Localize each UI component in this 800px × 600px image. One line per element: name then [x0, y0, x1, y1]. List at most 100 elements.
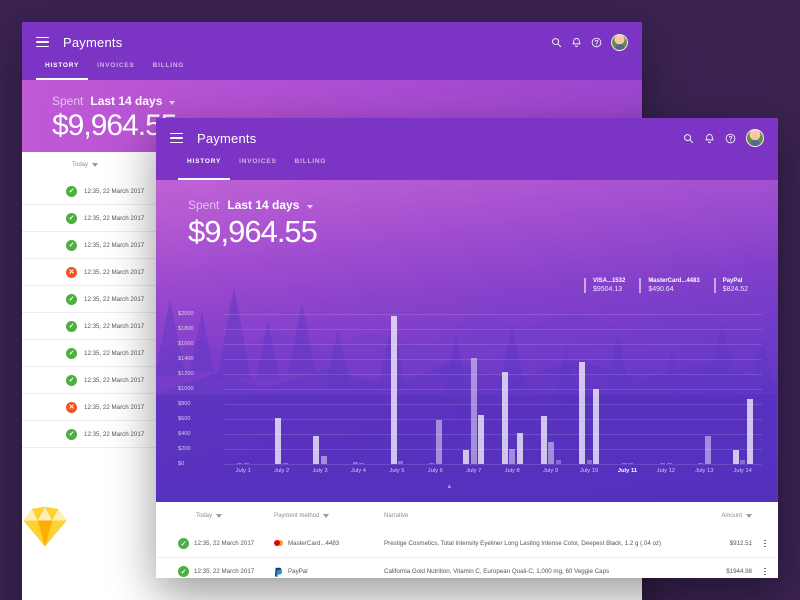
bar-group[interactable] — [378, 314, 416, 464]
bar[interactable] — [548, 442, 555, 464]
column-header-narrative[interactable]: Narrative — [384, 513, 692, 519]
chevron-down-icon[interactable] — [169, 101, 176, 105]
menu-icon[interactable] — [36, 36, 49, 48]
front-topbar-icons — [678, 129, 764, 147]
bell-icon[interactable] — [699, 133, 720, 144]
bar[interactable] — [282, 462, 288, 464]
bar-group[interactable] — [493, 314, 531, 464]
menu-icon[interactable] — [170, 132, 183, 144]
bar-group[interactable] — [262, 314, 300, 464]
bar-group[interactable] — [531, 314, 569, 464]
bar[interactable] — [732, 450, 739, 464]
bar[interactable] — [540, 416, 547, 464]
tab-history[interactable]: HISTORY — [178, 158, 231, 180]
bar[interactable] — [740, 459, 746, 464]
bell-icon[interactable] — [566, 37, 586, 48]
bar-group[interactable] — [608, 314, 646, 464]
search-icon[interactable] — [546, 37, 566, 48]
row-actions-button[interactable] — [752, 539, 778, 548]
tab-billing[interactable]: BILLING — [286, 158, 336, 180]
bar-group[interactable] — [301, 314, 339, 464]
bar[interactable] — [509, 449, 516, 464]
column-header-amount[interactable]: Amount — [692, 513, 752, 519]
x-axis-tick[interactable]: July 9 — [531, 468, 569, 474]
bar[interactable] — [275, 417, 282, 464]
column-header-date[interactable]: Today — [72, 162, 99, 168]
foreground-payments-window[interactable]: Payments HISTORY INVOICES BILLING Spent … — [156, 118, 778, 578]
tab-billing[interactable]: BILLING — [144, 62, 194, 80]
bar[interactable] — [359, 462, 365, 464]
bar[interactable] — [237, 462, 243, 464]
bar[interactable] — [501, 371, 508, 464]
kebab-icon[interactable] — [764, 567, 766, 576]
bar[interactable] — [698, 462, 704, 464]
bar[interactable] — [435, 419, 442, 464]
bar[interactable] — [516, 433, 523, 464]
kebab-icon[interactable] — [764, 539, 766, 548]
x-axis-tick[interactable]: July 6 — [416, 468, 454, 474]
chevron-down-icon[interactable] — [92, 163, 99, 167]
search-icon[interactable] — [678, 133, 699, 144]
card-stat-amount: $9504.13 — [592, 286, 623, 293]
row-actions-button[interactable] — [752, 567, 778, 576]
bar[interactable] — [320, 456, 327, 464]
avatar[interactable] — [611, 33, 628, 51]
bar-group[interactable] — [570, 314, 608, 464]
x-axis-tick[interactable]: July 4 — [339, 468, 377, 474]
bar[interactable] — [429, 462, 435, 464]
x-axis-tick[interactable]: July 5 — [378, 468, 416, 474]
x-axis-tick[interactable]: July 14 — [723, 468, 761, 474]
x-axis-tick[interactable]: July 2 — [262, 468, 300, 474]
bar[interactable] — [666, 462, 672, 464]
chevron-down-icon[interactable] — [307, 205, 314, 209]
x-axis-tick[interactable]: July 10 — [570, 468, 608, 474]
bar[interactable] — [593, 389, 599, 464]
table-row[interactable]: ✓ 12:35, 22 March 2017 PayPal California Go… — [156, 558, 778, 578]
bar[interactable] — [470, 357, 477, 464]
column-header-date[interactable]: Today — [156, 513, 274, 519]
bar[interactable] — [586, 460, 592, 464]
tab-invoices[interactable]: INVOICES — [88, 62, 143, 80]
bar-group[interactable] — [416, 314, 454, 464]
bar-group[interactable] — [339, 314, 377, 464]
bar[interactable] — [579, 362, 585, 464]
bar[interactable] — [555, 460, 561, 464]
bar[interactable] — [746, 398, 753, 464]
x-axis-tick[interactable]: July 12 — [647, 468, 685, 474]
help-icon[interactable] — [720, 133, 741, 144]
chevron-down-icon[interactable] — [216, 514, 223, 518]
bar[interactable] — [628, 462, 634, 464]
bar-group[interactable] — [723, 314, 761, 464]
x-axis-tick[interactable]: July 13 — [685, 468, 723, 474]
bar[interactable] — [313, 436, 320, 464]
x-axis-tick[interactable]: July 3 — [301, 468, 339, 474]
bar[interactable] — [390, 315, 397, 464]
range-selector-label[interactable]: Last 14 days — [90, 94, 162, 108]
bar[interactable] — [621, 462, 627, 464]
x-axis-tick[interactable]: July 11 — [608, 468, 646, 474]
column-header-payment-method[interactable]: Payment method — [274, 513, 384, 519]
bar[interactable] — [704, 436, 711, 464]
avatar[interactable] — [746, 129, 764, 147]
x-axis-tick[interactable]: July 8 — [493, 468, 531, 474]
bar[interactable] — [660, 462, 666, 464]
bar-group[interactable] — [455, 314, 493, 464]
collapse-chart-icon[interactable]: ▴ — [448, 482, 452, 490]
help-icon[interactable] — [586, 37, 606, 48]
chevron-down-icon[interactable] — [746, 514, 752, 518]
bar-group[interactable] — [224, 314, 262, 464]
tab-history[interactable]: HISTORY — [36, 62, 89, 80]
bar[interactable] — [243, 462, 249, 464]
bar[interactable] — [398, 460, 404, 464]
chevron-down-icon[interactable] — [323, 514, 330, 518]
bar[interactable] — [478, 414, 485, 464]
tab-invoices[interactable]: INVOICES — [230, 158, 285, 180]
bar-group[interactable] — [647, 314, 685, 464]
bar[interactable] — [463, 449, 470, 464]
x-axis-tick[interactable]: July 7 — [455, 468, 493, 474]
bar-group[interactable] — [685, 314, 723, 464]
x-axis-tick[interactable]: July 1 — [224, 468, 262, 474]
table-row[interactable]: ✓ 12:35, 22 March 2017 MasterCard...4483 Pr… — [156, 530, 778, 558]
bar[interactable] — [352, 462, 358, 464]
range-selector-label[interactable]: Last 14 days — [227, 198, 299, 212]
